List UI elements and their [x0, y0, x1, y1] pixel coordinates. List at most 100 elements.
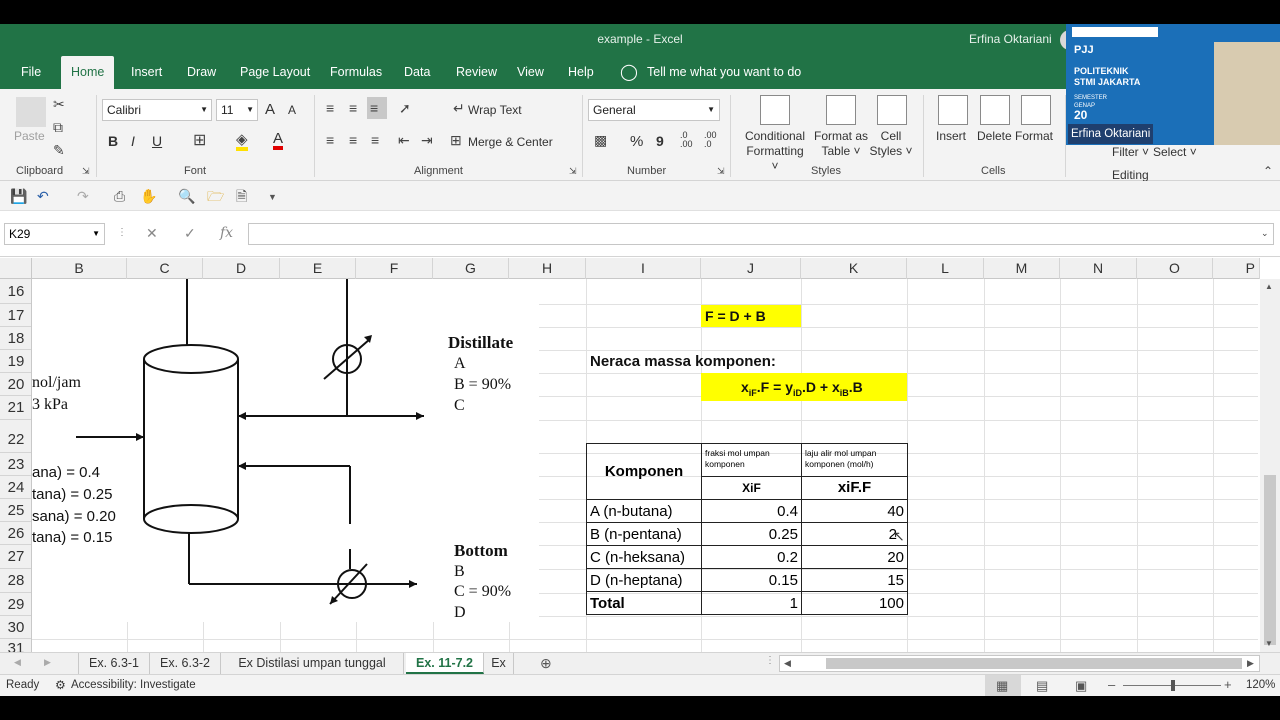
cell-j19-equation[interactable]: xiF.F = yiD.D + xiB.B	[741, 379, 863, 398]
dialog-launcher-icon[interactable]: ⇲	[717, 167, 725, 176]
comma-button[interactable]: 9	[656, 133, 664, 149]
row-header[interactable]: 26	[0, 522, 31, 545]
format-painter-icon[interactable]: ✎	[53, 143, 65, 157]
column-header-d[interactable]: D	[203, 258, 280, 279]
total-label[interactable]: Total	[586, 591, 702, 615]
column-header-o[interactable]: O	[1137, 258, 1213, 279]
save-icon[interactable]: 💾	[10, 189, 27, 203]
row-header[interactable]: 21	[0, 396, 31, 420]
dialog-launcher-icon[interactable]: ⇲	[82, 167, 90, 176]
header-fraksi[interactable]: fraksi mol umpan komponen	[701, 443, 802, 477]
filter-button[interactable]: Filter ˅	[1112, 145, 1149, 159]
column-header-c[interactable]: C	[127, 258, 203, 279]
align-left-icon[interactable]: ≡	[326, 133, 334, 147]
total-flow[interactable]: 100	[801, 591, 908, 615]
tab-review[interactable]: Review	[456, 56, 497, 89]
font-name-field[interactable]: Calibri ▼	[102, 99, 212, 121]
sheet-tab-active[interactable]: Ex. 11-7.2	[406, 653, 484, 674]
column-header-b[interactable]: B	[32, 258, 127, 279]
column-header-p[interactable]: P	[1213, 258, 1260, 279]
row-header[interactable]: 31	[0, 639, 31, 652]
component-name[interactable]: B (n-pentana)	[586, 522, 702, 546]
component-xif[interactable]: 0.15	[701, 568, 802, 592]
row-header[interactable]: 20	[0, 373, 31, 396]
borders-icon[interactable]: ⊞	[193, 133, 206, 149]
scroll-up-icon[interactable]: ▲	[1265, 282, 1273, 291]
row-header[interactable]: 18	[0, 327, 31, 350]
collapse-ribbon-icon[interactable]: ⌃	[1263, 165, 1273, 177]
formula-input[interactable]	[248, 223, 1274, 245]
page-break-view-icon[interactable]: ▣	[1075, 678, 1087, 694]
sheet-tab[interactable]: Ex	[484, 653, 514, 674]
insert-function-button[interactable]: fx	[220, 225, 233, 241]
component-xif[interactable]: 0.4	[701, 499, 802, 523]
user-name[interactable]: Erfina Oktariani	[969, 32, 1052, 46]
print-preview-icon[interactable]: 🔍	[178, 189, 195, 203]
scroll-down-icon[interactable]: ▼	[1265, 639, 1273, 648]
prev-sheet-icon[interactable]: ◀	[14, 657, 21, 668]
enter-icon[interactable]: ✓	[184, 225, 196, 242]
column-header-l[interactable]: L	[907, 258, 984, 279]
underline-button[interactable]: U	[152, 133, 162, 149]
decrease-decimal-button[interactable]: .00.0	[704, 131, 717, 149]
cell-styles-button[interactable]: Cell Styles ˅	[868, 129, 914, 159]
row-header[interactable]: 29	[0, 593, 31, 616]
header-laju[interactable]: laju alir mol umpan komponen (mol/h)	[801, 443, 908, 477]
column-header-g[interactable]: G	[433, 258, 509, 279]
component-name[interactable]: A (n-butana)	[586, 499, 702, 523]
grow-font-button[interactable]: A	[265, 101, 275, 118]
tab-home[interactable]: Home	[61, 56, 115, 89]
wrap-text-button[interactable]: Wrap Text	[468, 103, 522, 117]
next-sheet-icon[interactable]: ▶	[44, 657, 51, 668]
column-header-i[interactable]: I	[586, 258, 701, 279]
open-icon[interactable]: 🗁	[207, 189, 224, 203]
component-name[interactable]: C (n-heksana)	[586, 545, 702, 569]
paste-button[interactable]: Paste	[14, 129, 45, 143]
row-header[interactable]: 25	[0, 499, 31, 522]
cut-icon[interactable]: ✂	[53, 97, 65, 111]
row-header[interactable]: 16	[0, 279, 31, 304]
zoom-slider-thumb[interactable]	[1171, 680, 1175, 691]
accessibility-status[interactable]: Accessibility: Investigate	[71, 679, 196, 691]
copy-icon[interactable]: ⧉	[53, 120, 63, 134]
add-sheet-icon[interactable]: ⊕	[540, 655, 552, 672]
column-header-h[interactable]: H	[509, 258, 586, 279]
tab-insert[interactable]: Insert	[131, 56, 162, 89]
fill-color-icon[interactable]: ◈	[236, 132, 248, 151]
header-komponen[interactable]: Komponen	[586, 443, 702, 500]
row-header[interactable]: 28	[0, 569, 31, 593]
component-flow[interactable]: 20	[801, 545, 908, 569]
sheet-tab[interactable]: Ex Distilasi umpan tunggal	[221, 653, 404, 674]
undo-icon[interactable]: ↶	[37, 189, 49, 203]
font-size-field[interactable]: 11 ▼	[216, 99, 258, 121]
align-center-icon[interactable]: ≡	[349, 133, 357, 147]
tab-page-layout[interactable]: Page Layout	[240, 56, 310, 89]
cell-i18[interactable]: Neraca massa komponen:	[590, 353, 776, 370]
page-layout-view-icon[interactable]: ▤	[1036, 678, 1048, 694]
column-header-j[interactable]: J	[701, 258, 801, 279]
component-flow[interactable]: 40	[801, 499, 908, 523]
format-cells-button[interactable]: Format	[1015, 129, 1053, 143]
accounting-format-icon[interactable]: ▩	[594, 133, 607, 147]
align-right-icon[interactable]: ≡	[371, 133, 379, 147]
select-button[interactable]: Select ˅	[1153, 145, 1197, 159]
component-flow[interactable]: 15	[801, 568, 908, 592]
vertical-scrollbar[interactable]: ▲ ▼	[1260, 279, 1280, 652]
column-header-f[interactable]: F	[356, 258, 433, 279]
align-top-icon[interactable]: ≡	[326, 101, 334, 115]
zoom-level[interactable]: 120%	[1246, 679, 1275, 691]
tab-file[interactable]: File	[21, 56, 41, 89]
orientation-icon[interactable]: ➚	[399, 101, 411, 115]
sheet-tab[interactable]: Ex. 6.3-2	[150, 653, 221, 674]
increase-decimal-button[interactable]: .0.00	[680, 131, 693, 149]
component-name[interactable]: D (n-heptana)	[586, 568, 702, 592]
number-format-field[interactable]: General ▼	[588, 99, 720, 121]
format-as-table-button[interactable]: Format as Table ˅	[812, 129, 870, 159]
align-bottom-icon[interactable]: ≡	[367, 97, 387, 119]
redo-icon[interactable]: ↷	[77, 189, 89, 203]
row-header[interactable]: 30	[0, 616, 31, 639]
distillation-diagram[interactable]: nol/jam 3 kPa ana) = 0.4 tana) = 0.25 sa…	[32, 279, 539, 622]
row-header[interactable]: 27	[0, 545, 31, 569]
touch-mode-icon[interactable]: ✋	[140, 189, 157, 203]
column-header-k[interactable]: K	[801, 258, 907, 279]
